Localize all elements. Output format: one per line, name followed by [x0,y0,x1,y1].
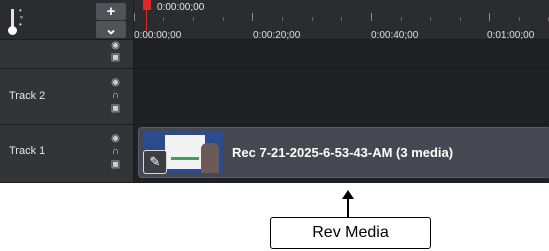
pencil-icon[interactable]: ✎ [143,150,167,174]
playhead-time: 0:00:00;00 [157,2,205,13]
zoom-icons: • ∘ • [19,7,27,35]
zoom-out-icon: • [19,20,22,29]
track-header-1[interactable]: Track 1 ◉ ∩ ▣ [0,125,133,183]
ruler-tick [252,13,253,21]
arrow-shaft [347,196,349,218]
clip-title: Rec 7-21-2025-6-53-43-AM (3 media) [232,145,454,160]
ruler-tick [312,17,313,21]
track-label: Track 1 [9,145,46,157]
ruler-tick [341,17,342,21]
collapse-button[interactable]: ⌄ [96,21,126,38]
timeline-panel: • ∘ • + ⌄ ◉ ▣ Track 2 ◉ ∩ ▣ Track 1 ◉ ∩ … [0,0,549,183]
eye-icon[interactable]: ◉ [110,40,121,51]
track-header-3[interactable]: ◉ ▣ [0,40,133,69]
ruler-tick [193,17,194,21]
eye-icon[interactable]: ◉ [110,77,121,88]
ruler-tick [163,17,164,21]
ruler-tick [401,17,402,21]
ruler-tick [371,13,372,21]
track-lane-2[interactable] [134,69,549,125]
thumbnail-window [165,135,205,169]
zoom-slider[interactable] [7,7,19,35]
up-arrow-icon [342,190,354,218]
track-lane-3[interactable] [134,40,549,69]
ruler-tick [519,17,520,21]
ruler-tick [460,17,461,21]
track-label: Track 2 [9,90,46,102]
zoom-slider-knob[interactable] [8,26,17,35]
magnet-icon[interactable]: ∩ [110,90,121,101]
track-header-2[interactable]: Track 2 ◉ ∩ ▣ [0,69,133,125]
thumbnail-person [201,143,219,173]
timeline-toolbar: • ∘ • + ⌄ [0,0,133,40]
eye-icon[interactable]: ◉ [110,133,121,144]
lock-icon[interactable]: ▣ [110,103,121,114]
magnet-icon[interactable]: ∩ [110,146,121,157]
lock-icon[interactable]: ▣ [110,159,121,170]
ruler-tick [489,13,490,21]
ruler-tick [430,17,431,21]
add-track-button[interactable]: + [96,3,126,20]
ruler-tick [282,17,283,21]
lock-icon[interactable]: ▣ [110,52,121,63]
callout-label: Rev Media [270,217,431,249]
playhead-handle[interactable] [143,0,151,10]
playhead-line [146,10,147,32]
ruler-tick [134,13,135,21]
thumbnail-progress [171,157,199,160]
track-headers: • ∘ • + ⌄ ◉ ▣ Track 2 ◉ ∩ ▣ Track 1 ◉ ∩ … [0,0,134,183]
ruler-tick [223,17,224,21]
